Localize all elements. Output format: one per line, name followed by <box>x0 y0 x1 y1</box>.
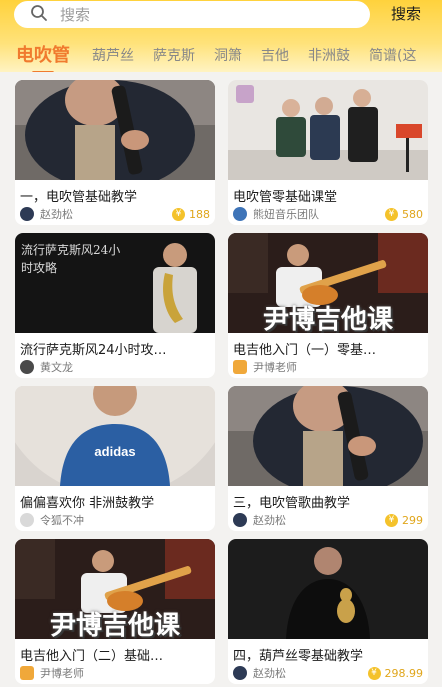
course-title: 电吉他入门（一）零基… <box>233 343 377 358</box>
course-title: 三，电吹管歌曲教学 <box>233 496 351 511</box>
course-card[interactable]: adidas 偏偏喜欢你 非洲鼓教学 令狐不冲 <box>15 386 215 531</box>
thumbnail-caption: 流行萨克斯风24小时攻略 <box>21 243 121 275</box>
course-title: 四，葫芦丝零基础教学 <box>233 649 364 664</box>
author-name: 赵劲松 <box>253 667 286 680</box>
course-card[interactable]: 三，电吹管歌曲教学 赵劲松 ¥299 <box>228 386 428 531</box>
course-card[interactable]: 四，葫芦丝零基础教学 赵劲松 ¥298.99 <box>228 539 428 684</box>
coin-icon: ¥ <box>385 513 398 527</box>
search-icon <box>30 4 48 26</box>
avatar <box>233 513 247 527</box>
course-thumbnail: 流行萨克斯风24小时攻略 <box>15 233 215 333</box>
coin-icon: ¥ <box>172 207 185 221</box>
course-thumbnail <box>15 80 215 180</box>
course-card[interactable]: 流行萨克斯风24小时攻略 流行萨克斯风24小时攻… 黄文龙 <box>15 233 215 378</box>
course-thumbnail <box>228 386 428 486</box>
avatar <box>20 207 34 221</box>
course-title: 电吹管零基础课堂 <box>233 190 338 205</box>
search-input[interactable]: 搜索 <box>60 4 90 25</box>
coin-icon: ¥ <box>385 207 398 221</box>
course-price: 298.99 <box>384 666 424 680</box>
tab-dongxiao[interactable]: 洞箫 <box>214 38 242 65</box>
author-name: 赵劲松 <box>40 208 73 221</box>
course-price: 580 <box>402 207 423 221</box>
search-button[interactable]: 搜索 <box>378 3 434 25</box>
tab-hulusi[interactable]: 葫芦丝 <box>92 38 134 65</box>
course-card[interactable]: 电吹管零基础课堂 熊妞音乐团队 ¥580 <box>228 80 428 225</box>
course-title: 电吉他入门（二）基础… <box>20 649 164 664</box>
svg-text:adidas: adidas <box>94 444 135 459</box>
search-bar[interactable]: 搜索 <box>14 1 370 28</box>
avatar <box>233 666 247 680</box>
header: 搜索 搜索 电吹管 葫芦丝 萨克斯 洞箫 吉他 非洲鼓 简谱(这 <box>0 0 442 72</box>
tab-dianchuiguan[interactable]: 电吹管 <box>16 38 70 67</box>
course-thumbnail: 尹博吉他课 <box>228 233 428 333</box>
coin-icon: ¥ <box>367 666 381 680</box>
course-card[interactable]: 尹博吉他课 电吉他入门（二）基础… 尹博老师 <box>15 539 215 684</box>
avatar <box>20 360 34 374</box>
tab-feizhougu[interactable]: 非洲鼓 <box>308 38 350 65</box>
category-tabs: 电吹管 葫芦丝 萨克斯 洞箫 吉他 非洲鼓 简谱(这 <box>0 38 442 72</box>
course-title: 流行萨克斯风24小时攻… <box>20 343 167 358</box>
tab-sakesi[interactable]: 萨克斯 <box>153 38 195 65</box>
course-price: 188 <box>189 207 210 221</box>
author-name: 尹博老师 <box>253 361 297 374</box>
tab-jita[interactable]: 吉他 <box>261 38 289 65</box>
course-card[interactable]: 一，电吹管基础教学 赵劲松 ¥188 <box>15 80 215 225</box>
author-name: 熊妞音乐团队 <box>253 208 319 221</box>
author-name: 黄文龙 <box>40 361 73 374</box>
thumbnail-caption: 尹博吉他课 <box>262 305 393 333</box>
course-thumbnail <box>228 539 428 639</box>
course-thumbnail: 尹博吉他课 <box>15 539 215 639</box>
course-thumbnail: adidas <box>15 386 215 486</box>
author-name: 令狐不冲 <box>40 514 84 527</box>
course-title: 偏偏喜欢你 非洲鼓教学 <box>20 496 155 511</box>
course-title: 一，电吹管基础教学 <box>20 190 138 205</box>
author-name: 赵劲松 <box>253 514 286 527</box>
author-name: 尹博老师 <box>40 667 84 680</box>
avatar <box>233 360 247 374</box>
course-price: 299 <box>402 513 423 527</box>
thumbnail-caption: 尹博吉他课 <box>49 611 180 639</box>
avatar <box>233 207 247 221</box>
course-card[interactable]: 尹博吉他课 电吉他入门（一）零基… 尹博老师 <box>228 233 428 378</box>
course-thumbnail <box>228 80 428 180</box>
avatar <box>20 513 34 527</box>
avatar <box>20 666 34 680</box>
tab-jianpu[interactable]: 简谱(这 <box>369 38 416 65</box>
